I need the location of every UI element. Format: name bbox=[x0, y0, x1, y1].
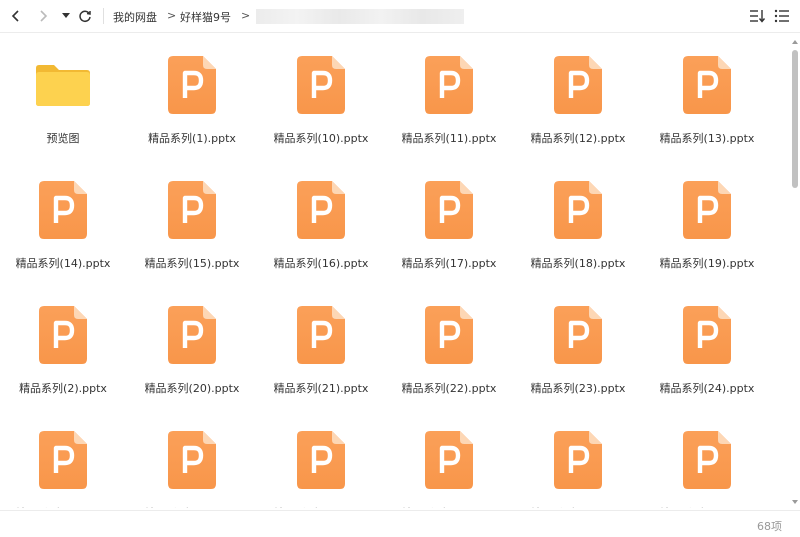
pptx-file-icon bbox=[425, 306, 473, 364]
pptx-file-icon bbox=[683, 306, 731, 364]
file-item[interactable]: 精品系列(28).pptx bbox=[394, 415, 504, 508]
file-name-label: 精品系列(2).pptx bbox=[19, 382, 107, 395]
file-item[interactable]: 精品系列(24).pptx bbox=[652, 290, 762, 400]
file-item[interactable]: 精品系列(2).pptx bbox=[8, 290, 118, 400]
refresh-button[interactable] bbox=[75, 6, 95, 26]
list-view-button[interactable] bbox=[773, 7, 791, 25]
pptx-file-icon bbox=[554, 56, 602, 114]
file-item[interactable]: 精品系列(29).pptx bbox=[523, 415, 633, 508]
file-item[interactable]: 精品系列(1).pptx bbox=[137, 40, 247, 150]
file-item[interactable]: 精品系列(14).pptx bbox=[8, 165, 118, 275]
file-item[interactable]: 精品系列(20).pptx bbox=[137, 290, 247, 400]
pptx-file-icon bbox=[683, 431, 731, 489]
back-button[interactable] bbox=[6, 6, 26, 26]
file-name-label: 精品系列(10).pptx bbox=[273, 132, 369, 145]
file-name-label: 精品系列(29).pptx bbox=[523, 505, 633, 508]
item-count: 68项 bbox=[757, 520, 782, 533]
file-name-label: 精品系列(25).pptx bbox=[8, 505, 118, 508]
file-name-label: 精品系列(11).pptx bbox=[401, 132, 497, 145]
file-item[interactable]: 精品系列(19).pptx bbox=[652, 165, 762, 275]
pptx-file-icon bbox=[39, 431, 87, 489]
chevron-left-icon bbox=[11, 10, 19, 22]
file-name-label: 精品系列(22).pptx bbox=[401, 382, 497, 395]
file-item[interactable]: 精品系列(10).pptx bbox=[266, 40, 376, 150]
pptx-file-icon bbox=[683, 56, 731, 114]
breadcrumb-separator: > bbox=[167, 9, 177, 22]
pptx-file-icon bbox=[168, 56, 216, 114]
scrollbar-thumb[interactable] bbox=[792, 50, 798, 188]
pptx-file-icon bbox=[168, 431, 216, 489]
file-name-label: 精品系列(12).pptx bbox=[530, 132, 626, 145]
pptx-file-icon bbox=[425, 431, 473, 489]
file-item[interactable]: 精品系列(23).pptx bbox=[523, 290, 633, 400]
scroll-down-arrow[interactable] bbox=[792, 500, 798, 504]
status-bar: 68项 bbox=[0, 510, 800, 537]
toolbar: 我的网盘 > 好样猫9号 > bbox=[0, 0, 800, 33]
file-name-label: 精品系列(20).pptx bbox=[144, 382, 240, 395]
chevron-right-icon bbox=[40, 10, 48, 22]
pptx-file-icon bbox=[297, 56, 345, 114]
breadcrumb-separator: > bbox=[241, 9, 251, 22]
file-item[interactable]: 精品系列(25).pptx bbox=[8, 415, 118, 508]
folder-icon bbox=[36, 56, 90, 114]
file-item[interactable]: 精品系列(21).pptx bbox=[266, 290, 376, 400]
pptx-file-icon bbox=[297, 431, 345, 489]
pptx-file-icon bbox=[168, 306, 216, 364]
file-name-label: 精品系列(18).pptx bbox=[530, 257, 626, 270]
forward-button[interactable] bbox=[33, 6, 53, 26]
file-name-label: 精品系列(26).pptx bbox=[137, 505, 247, 508]
file-name-label: 精品系列(30).pptx bbox=[652, 505, 762, 508]
file-item[interactable]: 精品系列(17).pptx bbox=[394, 165, 504, 275]
toolbar-divider bbox=[103, 8, 104, 24]
history-dropdown-button[interactable] bbox=[56, 6, 76, 26]
file-name-label: 精品系列(16).pptx bbox=[273, 257, 369, 270]
file-name-label: 精品系列(14).pptx bbox=[15, 257, 111, 270]
pptx-file-icon bbox=[683, 181, 731, 239]
folder-item[interactable]: 预览图 bbox=[8, 40, 118, 150]
file-item[interactable]: 精品系列(12).pptx bbox=[523, 40, 633, 150]
pptx-file-icon bbox=[554, 181, 602, 239]
file-item[interactable]: 精品系列(15).pptx bbox=[137, 165, 247, 275]
file-name-label: 精品系列(15).pptx bbox=[144, 257, 240, 270]
file-name-label: 精品系列(21).pptx bbox=[273, 382, 369, 395]
breadcrumb-root[interactable]: 我的网盘 bbox=[113, 9, 157, 25]
sort-icon bbox=[750, 10, 766, 23]
pptx-file-icon bbox=[39, 181, 87, 239]
pptx-file-icon bbox=[425, 181, 473, 239]
pptx-file-icon bbox=[554, 431, 602, 489]
file-item[interactable]: 精品系列(13).pptx bbox=[652, 40, 762, 150]
file-item[interactable]: 精品系列(22).pptx bbox=[394, 290, 504, 400]
file-item[interactable]: 精品系列(30).pptx bbox=[652, 415, 762, 508]
refresh-icon bbox=[79, 10, 91, 23]
file-grid: 预览图 精品系列(1).pptx 精品系列(10).pptx 精品系列(11).ppt… bbox=[8, 40, 784, 508]
file-name-label: 精品系列(28).pptx bbox=[394, 505, 504, 508]
scroll-up-arrow[interactable] bbox=[792, 40, 798, 44]
breadcrumb-folder[interactable]: 好样猫9号 bbox=[180, 9, 231, 25]
caret-down-icon bbox=[62, 13, 70, 18]
list-view-icon bbox=[774, 9, 789, 23]
pptx-file-icon bbox=[39, 306, 87, 364]
file-name-label: 精品系列(23).pptx bbox=[530, 382, 626, 395]
pptx-file-icon bbox=[554, 306, 602, 364]
breadcrumb-blurred-segment bbox=[256, 9, 464, 24]
file-name-label: 精品系列(17).pptx bbox=[401, 257, 497, 270]
file-name-label: 精品系列(24).pptx bbox=[659, 382, 755, 395]
file-item[interactable]: 精品系列(27).pptx bbox=[266, 415, 376, 508]
file-item[interactable]: 精品系列(26).pptx bbox=[137, 415, 247, 508]
pptx-file-icon bbox=[168, 181, 216, 239]
file-name-label: 精品系列(1).pptx bbox=[148, 132, 236, 145]
pptx-file-icon bbox=[425, 56, 473, 114]
file-name-label: 精品系列(13).pptx bbox=[659, 132, 755, 145]
file-item[interactable]: 精品系列(16).pptx bbox=[266, 165, 376, 275]
file-name-label: 精品系列(27).pptx bbox=[266, 505, 376, 508]
sort-button[interactable] bbox=[748, 7, 766, 25]
file-item[interactable]: 精品系列(11).pptx bbox=[394, 40, 504, 150]
file-name-label: 预览图 bbox=[46, 132, 80, 145]
pptx-file-icon bbox=[297, 181, 345, 239]
pptx-file-icon bbox=[297, 306, 345, 364]
file-name-label: 精品系列(19).pptx bbox=[659, 257, 755, 270]
file-item[interactable]: 精品系列(18).pptx bbox=[523, 165, 633, 275]
